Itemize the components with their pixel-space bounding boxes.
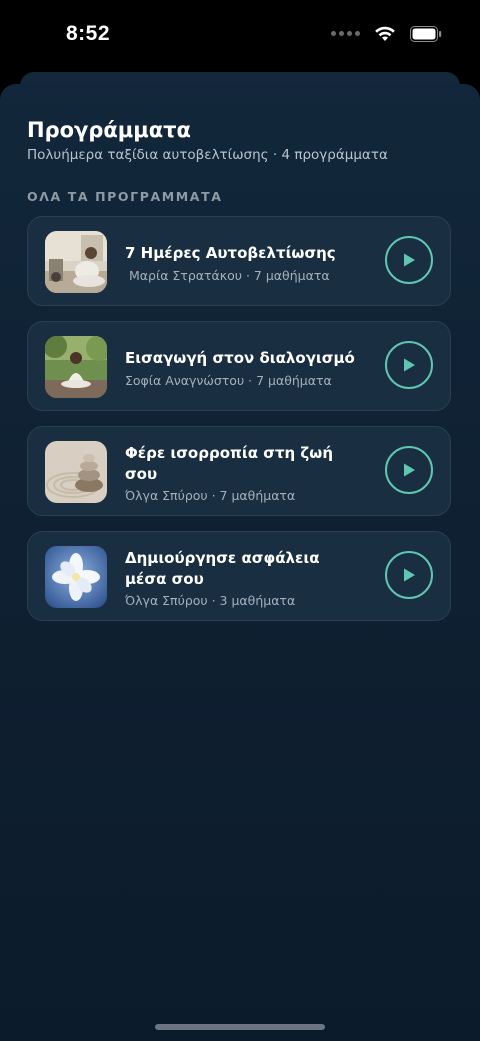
program-card[interactable]: Εισαγωγή στον διαλογισμό Σοφία Αναγνώστο… — [27, 321, 451, 411]
page-subtitle: Πολυήμερα ταξίδια αυτοβελτίωσης · 4 προγ… — [27, 147, 388, 163]
program-card[interactable]: 7 Ημέρες Αυτοβελτίωσης Μαρία Στρατάκου ·… — [27, 216, 451, 306]
battery-icon — [410, 25, 442, 42]
play-button[interactable] — [385, 446, 433, 494]
program-meta: Σοφία Αναγνώστου · 7 μαθήματα — [125, 373, 332, 388]
play-icon — [404, 463, 415, 477]
wifi-icon — [375, 26, 395, 41]
page-title: Προγράμματα — [27, 118, 191, 142]
status-bar: 8:52 — [0, 0, 480, 72]
play-icon — [404, 253, 415, 267]
play-button[interactable] — [385, 551, 433, 599]
program-title: 7 Ημέρες Αυτοβελτίωσης — [125, 244, 336, 262]
program-meta: Όλγα Σπύρου · 7 μαθήματα — [125, 488, 296, 503]
program-meta: Όλγα Σπύρου · 3 μαθήματα — [125, 593, 296, 608]
program-title: Δημιούργησε ασφάλεια μέσα σου — [125, 549, 320, 588]
play-icon — [404, 358, 415, 372]
program-thumbnail — [45, 441, 107, 503]
program-title: Φέρε ισορροπία στη ζωή σου — [125, 444, 333, 483]
program-thumbnail — [45, 546, 107, 608]
program-thumbnail — [45, 231, 107, 293]
signal-dots-icon — [331, 31, 360, 36]
play-button[interactable] — [385, 236, 433, 284]
programs-sheet: Προγράμματα Πολυήμερα ταξίδια αυτοβελτίω… — [0, 84, 480, 1041]
program-meta: Μαρία Στρατάκου · 7 μαθήματα — [129, 268, 330, 283]
play-icon — [404, 568, 415, 582]
program-card[interactable]: Φέρε ισορροπία στη ζωή σου Όλγα Σπύρου ·… — [27, 426, 451, 516]
program-title: Εισαγωγή στον διαλογισμό — [125, 349, 355, 367]
play-button[interactable] — [385, 341, 433, 389]
home-indicator[interactable] — [155, 1024, 325, 1030]
status-time: 8:52 — [66, 22, 111, 45]
section-label: ΟΛΑ ΤΑ ΠΡΟΓΡΑΜΜΑΤΑ — [27, 189, 223, 204]
program-thumbnail — [45, 336, 107, 398]
status-icons — [331, 25, 442, 42]
program-card[interactable]: Δημιούργησε ασφάλεια μέσα σου Όλγα Σπύρο… — [27, 531, 451, 621]
